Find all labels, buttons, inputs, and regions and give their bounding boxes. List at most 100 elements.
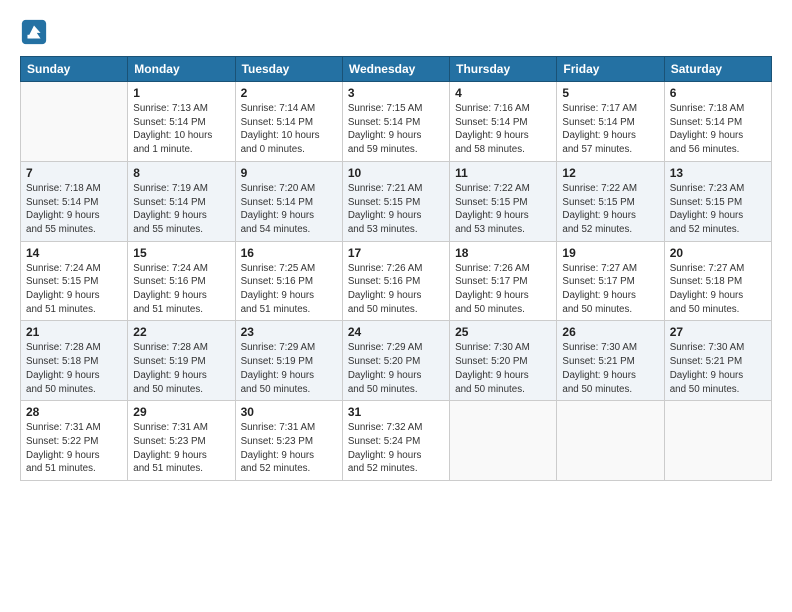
day-number: 18 (455, 246, 551, 260)
calendar-cell: 27Sunrise: 7:30 AM Sunset: 5:21 PM Dayli… (664, 321, 771, 401)
calendar-cell: 25Sunrise: 7:30 AM Sunset: 5:20 PM Dayli… (450, 321, 557, 401)
day-info: Sunrise: 7:31 AM Sunset: 5:23 PM Dayligh… (133, 421, 229, 476)
calendar-cell: 10 Sunrise: 7:21 AM Sunset: 5:15 PM Dayli… (342, 161, 449, 241)
day-info: Sunrise: 7:18 AM Sunset: 5:14 PM Dayligh… (26, 182, 122, 237)
logo-icon (20, 18, 48, 46)
day-info: Sunrise: 7:20 AM Sunset: 5:14 PM Dayligh… (241, 182, 337, 237)
calendar-cell: 31 Sunrise: 7:32 AM Sunset: 5:24 PM Dayli… (342, 401, 449, 481)
day-number: 14 (26, 246, 122, 260)
day-info: Sunrise: 7:29 AM Sunset: 5:19 PM Dayligh… (241, 341, 337, 396)
day-info: Sunrise: 7:24 AM Sunset: 5:16 PM Dayligh… (133, 262, 229, 317)
calendar-cell (557, 401, 664, 481)
header (20, 18, 772, 46)
day-number: 15 (133, 246, 229, 260)
day-number: 4 (455, 86, 551, 100)
calendar-cell: 5 Sunrise: 7:17 AM Sunset: 5:14 PM Daylig… (557, 82, 664, 162)
day-info: Sunrise: 7:21 AM Sunset: 5:15 PM Dayligh… (348, 182, 444, 237)
day-info: Sunrise: 7:32 AM Sunset: 5:24 PM Dayligh… (348, 421, 444, 476)
day-info: Sunrise: 7:25 AM Sunset: 5:16 PM Dayligh… (241, 262, 337, 317)
calendar-cell: 24Sunrise: 7:29 AM Sunset: 5:20 PM Dayli… (342, 321, 449, 401)
logo (20, 18, 50, 46)
day-info: Sunrise: 7:30 AM Sunset: 5:21 PM Dayligh… (562, 341, 658, 396)
calendar-cell: 14 Sunrise: 7:24 AM Sunset: 5:15 PM Dayli… (21, 241, 128, 321)
day-info: Sunrise: 7:13 AM Sunset: 5:14 PM Dayligh… (133, 102, 229, 157)
calendar-cell (450, 401, 557, 481)
calendar-week: 1 Sunrise: 7:13 AM Sunset: 5:14 PM Daylig… (21, 82, 772, 162)
calendar-cell: 13Sunrise: 7:23 AM Sunset: 5:15 PM Dayli… (664, 161, 771, 241)
calendar-cell: 15 Sunrise: 7:24 AM Sunset: 5:16 PM Dayli… (128, 241, 235, 321)
calendar-cell: 20 Sunrise: 7:27 AM Sunset: 5:18 PM Dayli… (664, 241, 771, 321)
calendar-header: SundayMondayTuesdayWednesdayThursdayFrid… (21, 57, 772, 82)
day-number: 19 (562, 246, 658, 260)
calendar-body: 1 Sunrise: 7:13 AM Sunset: 5:14 PM Daylig… (21, 82, 772, 481)
calendar-cell: 8 Sunrise: 7:19 AM Sunset: 5:14 PM Daylig… (128, 161, 235, 241)
day-number: 30 (241, 405, 337, 419)
day-number: 21 (26, 325, 122, 339)
calendar-cell: 16 Sunrise: 7:25 AM Sunset: 5:16 PM Dayli… (235, 241, 342, 321)
calendar-cell: 29 Sunrise: 7:31 AM Sunset: 5:23 PM Dayli… (128, 401, 235, 481)
day-info: Sunrise: 7:27 AM Sunset: 5:18 PM Dayligh… (670, 262, 766, 317)
day-info: Sunrise: 7:31 AM Sunset: 5:23 PM Dayligh… (241, 421, 337, 476)
day-number: 12 (562, 166, 658, 180)
day-info: Sunrise: 7:26 AM Sunset: 5:17 PM Dayligh… (455, 262, 551, 317)
calendar-cell (21, 82, 128, 162)
day-number: 23 (241, 325, 337, 339)
calendar-cell: 12 Sunrise: 7:22 AM Sunset: 5:15 PM Dayli… (557, 161, 664, 241)
calendar-cell: 22Sunrise: 7:28 AM Sunset: 5:19 PM Dayli… (128, 321, 235, 401)
calendar-cell: 7Sunrise: 7:18 AM Sunset: 5:14 PM Daylig… (21, 161, 128, 241)
calendar-cell: 21 Sunrise: 7:28 AM Sunset: 5:18 PM Dayli… (21, 321, 128, 401)
weekday-header: Saturday (664, 57, 771, 82)
day-info: Sunrise: 7:22 AM Sunset: 5:15 PM Dayligh… (562, 182, 658, 237)
calendar-cell: 6Sunrise: 7:18 AM Sunset: 5:14 PM Daylig… (664, 82, 771, 162)
day-info: Sunrise: 7:15 AM Sunset: 5:14 PM Dayligh… (348, 102, 444, 157)
calendar-week: 28Sunrise: 7:31 AM Sunset: 5:22 PM Dayli… (21, 401, 772, 481)
day-info: Sunrise: 7:17 AM Sunset: 5:14 PM Dayligh… (562, 102, 658, 157)
weekday-header: Thursday (450, 57, 557, 82)
day-number: 11 (455, 166, 551, 180)
day-number: 27 (670, 325, 766, 339)
calendar-week: 21 Sunrise: 7:28 AM Sunset: 5:18 PM Dayli… (21, 321, 772, 401)
day-number: 20 (670, 246, 766, 260)
day-number: 1 (133, 86, 229, 100)
day-info: Sunrise: 7:23 AM Sunset: 5:15 PM Dayligh… (670, 182, 766, 237)
calendar-cell: 19 Sunrise: 7:27 AM Sunset: 5:17 PM Dayli… (557, 241, 664, 321)
day-number: 17 (348, 246, 444, 260)
day-info: Sunrise: 7:28 AM Sunset: 5:18 PM Dayligh… (26, 341, 122, 396)
day-info: Sunrise: 7:24 AM Sunset: 5:15 PM Dayligh… (26, 262, 122, 317)
day-number: 5 (562, 86, 658, 100)
page: SundayMondayTuesdayWednesdayThursdayFrid… (0, 0, 792, 612)
day-number: 2 (241, 86, 337, 100)
day-number: 16 (241, 246, 337, 260)
weekday-row: SundayMondayTuesdayWednesdayThursdayFrid… (21, 57, 772, 82)
calendar-cell: 28Sunrise: 7:31 AM Sunset: 5:22 PM Dayli… (21, 401, 128, 481)
calendar-cell: 26 Sunrise: 7:30 AM Sunset: 5:21 PM Dayli… (557, 321, 664, 401)
day-info: Sunrise: 7:19 AM Sunset: 5:14 PM Dayligh… (133, 182, 229, 237)
day-number: 31 (348, 405, 444, 419)
calendar-cell: 17Sunrise: 7:26 AM Sunset: 5:16 PM Dayli… (342, 241, 449, 321)
weekday-header: Wednesday (342, 57, 449, 82)
day-info: Sunrise: 7:16 AM Sunset: 5:14 PM Dayligh… (455, 102, 551, 157)
day-info: Sunrise: 7:22 AM Sunset: 5:15 PM Dayligh… (455, 182, 551, 237)
calendar-cell: 18 Sunrise: 7:26 AM Sunset: 5:17 PM Dayli… (450, 241, 557, 321)
day-number: 26 (562, 325, 658, 339)
day-number: 3 (348, 86, 444, 100)
day-number: 25 (455, 325, 551, 339)
calendar-cell: 3 Sunrise: 7:15 AM Sunset: 5:14 PM Daylig… (342, 82, 449, 162)
calendar: SundayMondayTuesdayWednesdayThursdayFrid… (20, 56, 772, 481)
day-number: 10 (348, 166, 444, 180)
calendar-cell: 2 Sunrise: 7:14 AM Sunset: 5:14 PM Daylig… (235, 82, 342, 162)
calendar-cell (664, 401, 771, 481)
weekday-header: Tuesday (235, 57, 342, 82)
day-number: 29 (133, 405, 229, 419)
weekday-header: Monday (128, 57, 235, 82)
day-number: 8 (133, 166, 229, 180)
day-info: Sunrise: 7:18 AM Sunset: 5:14 PM Dayligh… (670, 102, 766, 157)
day-info: Sunrise: 7:14 AM Sunset: 5:14 PM Dayligh… (241, 102, 337, 157)
calendar-week: 7Sunrise: 7:18 AM Sunset: 5:14 PM Daylig… (21, 161, 772, 241)
calendar-cell: 9Sunrise: 7:20 AM Sunset: 5:14 PM Daylig… (235, 161, 342, 241)
day-info: Sunrise: 7:27 AM Sunset: 5:17 PM Dayligh… (562, 262, 658, 317)
calendar-cell: 30 Sunrise: 7:31 AM Sunset: 5:23 PM Dayli… (235, 401, 342, 481)
calendar-week: 14 Sunrise: 7:24 AM Sunset: 5:15 PM Dayli… (21, 241, 772, 321)
day-number: 28 (26, 405, 122, 419)
calendar-cell: 11 Sunrise: 7:22 AM Sunset: 5:15 PM Dayli… (450, 161, 557, 241)
